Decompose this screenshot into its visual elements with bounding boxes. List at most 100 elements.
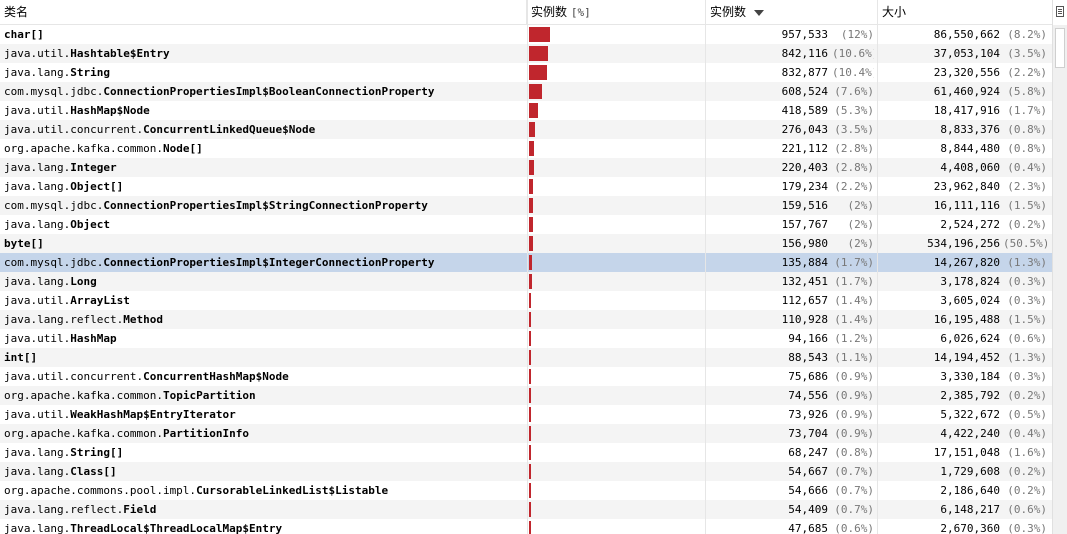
vertical-scrollbar[interactable] (1052, 0, 1067, 534)
column-divider[interactable] (705, 0, 706, 534)
instances-count: 608,524 (781, 85, 828, 98)
class-name-cell: java.lang.reflect.Method (4, 310, 524, 329)
class-name-cell: org.apache.kafka.common.Node[] (4, 139, 524, 158)
column-chooser-icon[interactable] (1052, 0, 1067, 25)
size-value: 534,196,256 (927, 237, 1000, 250)
class-name-cell: java.lang.Integer (4, 158, 524, 177)
size-value: 61,460,924 (933, 85, 1000, 98)
instances-percent: (1.1%) (834, 351, 874, 364)
class-name-cell: org.apache.kafka.common.TopicPartition (4, 386, 524, 405)
table-row[interactable]: org.apache.kafka.common.Node[] 221,112 (2.… (0, 139, 1052, 158)
instances-bar (529, 293, 531, 308)
size-value: 3,605,024 (940, 294, 1000, 307)
size-value: 18,417,916 (933, 104, 1000, 117)
table-row[interactable]: org.apache.commons.pool.impl.CursorableL… (0, 481, 1052, 500)
table-row[interactable]: java.util.HashMap$Node 418,589 (5.3%) 18,41… (0, 101, 1052, 120)
class-name-cell: com.mysql.jdbc.ConnectionPropertiesImpl$… (4, 196, 524, 215)
table-row[interactable]: com.mysql.jdbc.ConnectionPropertiesImpl$… (0, 196, 1052, 215)
package-name: java.lang. (4, 218, 71, 231)
size-percent: (0.3%) (1007, 370, 1047, 383)
package-name: java.util. (4, 408, 71, 421)
instances-count: 73,704 (788, 427, 828, 440)
column-header-class-name[interactable]: 类名 (0, 0, 527, 25)
class-name: Node[] (162, 142, 203, 155)
instances-bar (529, 350, 531, 365)
instances-bar-cell (527, 120, 705, 139)
column-header-size[interactable]: 大小 (878, 0, 1052, 25)
column-header-instances-bar[interactable]: 实例数 [%] (527, 0, 706, 25)
table-row[interactable]: java.lang.Long 132,451 (1.7%) 3,178,824 (0.3… (0, 272, 1052, 291)
table-row[interactable]: org.apache.kafka.common.PartitionInfo 73,… (0, 424, 1052, 443)
table-row[interactable]: java.util.concurrent.ConcurrentHashMap$N… (0, 367, 1052, 386)
package-name: java.lang. (4, 275, 71, 288)
class-name-cell: java.lang.String (4, 63, 524, 82)
class-name: String[] (70, 446, 124, 459)
class-name-cell: java.lang.Object[] (4, 177, 524, 196)
size-value: 4,408,060 (940, 161, 1000, 174)
column-header-instances-count[interactable]: 实例数 (706, 0, 878, 25)
table-row[interactable]: java.lang.Integer 220,403 (2.8%) 4,408,060 (… (0, 158, 1052, 177)
size-percent: (2.2%) (1007, 66, 1047, 79)
class-name: ThreadLocal$ThreadLocalMap$Entry (70, 522, 283, 534)
table-row[interactable]: java.util.concurrent.ConcurrentLinkedQue… (0, 120, 1052, 139)
size-percent: (0.6%) (1007, 503, 1047, 516)
class-name: Object (70, 218, 110, 231)
class-name-cell: com.mysql.jdbc.ConnectionPropertiesImpl$… (4, 253, 524, 272)
table-row[interactable]: java.lang.ThreadLocal$ThreadLocalMap$Ent… (0, 519, 1052, 534)
size-value: 16,111,116 (933, 199, 1000, 212)
size-percent: (3.5%) (1007, 47, 1047, 60)
class-name-cell: java.util.HashMap (4, 329, 524, 348)
table-row[interactable]: java.lang.String 832,877 (10.4%) 23,320,556… (0, 63, 1052, 82)
table-row[interactable]: java.lang.Object 157,767 (2%) 2,524,272 (0.2… (0, 215, 1052, 234)
table-row[interactable]: char[] 957,533 (12%) 86,550,662 (8.2%) (0, 25, 1052, 44)
table-row[interactable]: byte[] 156,980 (2%) 534,196,256 (50.5%) (0, 234, 1052, 253)
instances-bar (529, 426, 531, 441)
instances-percent: (0.9%) (834, 427, 874, 440)
size-value: 6,148,217 (940, 503, 1000, 516)
column-divider[interactable] (527, 0, 528, 534)
table-row[interactable]: java.lang.reflect.Method 110,928 (1.4%) 16,… (0, 310, 1052, 329)
size-value: 5,322,672 (940, 408, 1000, 421)
table-row[interactable]: java.util.Hashtable$Entry 842,116 (10.6%) 3… (0, 44, 1052, 63)
table-row[interactable]: java.util.ArrayList 112,657 (1.4%) 3,605,02… (0, 291, 1052, 310)
instances-count: 132,451 (781, 275, 828, 288)
instances-bar-cell (527, 462, 705, 481)
size-percent: (2.3%) (1007, 180, 1047, 193)
instances-bar (529, 103, 538, 118)
instances-count: 54,666 (788, 484, 828, 497)
table-row[interactable]: java.util.WeakHashMap$EntryIterator 73,92… (0, 405, 1052, 424)
instances-percent: (0.7%) (834, 484, 874, 497)
package-name: java.util.concurrent. (4, 370, 144, 383)
column-divider[interactable] (877, 0, 878, 534)
instances-bar-cell (527, 139, 705, 158)
instances-bar-cell (527, 253, 705, 272)
instances-bar-cell (527, 348, 705, 367)
table-row[interactable]: java.util.HashMap 94,166 (1.2%) 6,026,624 (0… (0, 329, 1052, 348)
package-name: com.mysql.jdbc. (4, 256, 104, 269)
instances-bar (529, 388, 531, 403)
table-row[interactable]: java.lang.Class[] 54,667 (0.7%) 1,729,608 (0… (0, 462, 1052, 481)
size-percent: (0.6%) (1007, 332, 1047, 345)
size-value: 2,524,272 (940, 218, 1000, 231)
table-row[interactable]: com.mysql.jdbc.ConnectionPropertiesImpl$… (0, 253, 1052, 272)
size-percent: (0.4%) (1007, 161, 1047, 174)
size-value: 23,320,556 (933, 66, 1000, 79)
table-row[interactable]: int[] 88,543 (1.1%) 14,194,452 (1.3%) (0, 348, 1052, 367)
instances-count: 73,926 (788, 408, 828, 421)
size-value: 4,422,240 (940, 427, 1000, 440)
instances-percent: (1.4%) (834, 294, 874, 307)
size-percent: (0.2%) (1007, 389, 1047, 402)
scrollbar-thumb[interactable] (1055, 28, 1065, 68)
table-row[interactable]: java.lang.String[] 68,247 (0.8%) 17,151,048… (0, 443, 1052, 462)
class-name: Hashtable$Entry (70, 47, 170, 60)
class-name: Integer (70, 161, 117, 174)
table-row[interactable]: java.lang.Object[] 179,234 (2.2%) 23,962,84… (0, 177, 1052, 196)
instances-count: 94,166 (788, 332, 828, 345)
instances-bar (529, 84, 542, 99)
table-row[interactable]: com.mysql.jdbc.ConnectionPropertiesImpl$… (0, 82, 1052, 101)
class-name-cell: java.util.HashMap$Node (4, 101, 524, 120)
table-row[interactable]: java.lang.reflect.Field 54,409 (0.7%) 6,148… (0, 500, 1052, 519)
instances-bar-cell (527, 63, 705, 82)
table-row[interactable]: org.apache.kafka.common.TopicPartition 74… (0, 386, 1052, 405)
package-name: java.util. (4, 294, 71, 307)
